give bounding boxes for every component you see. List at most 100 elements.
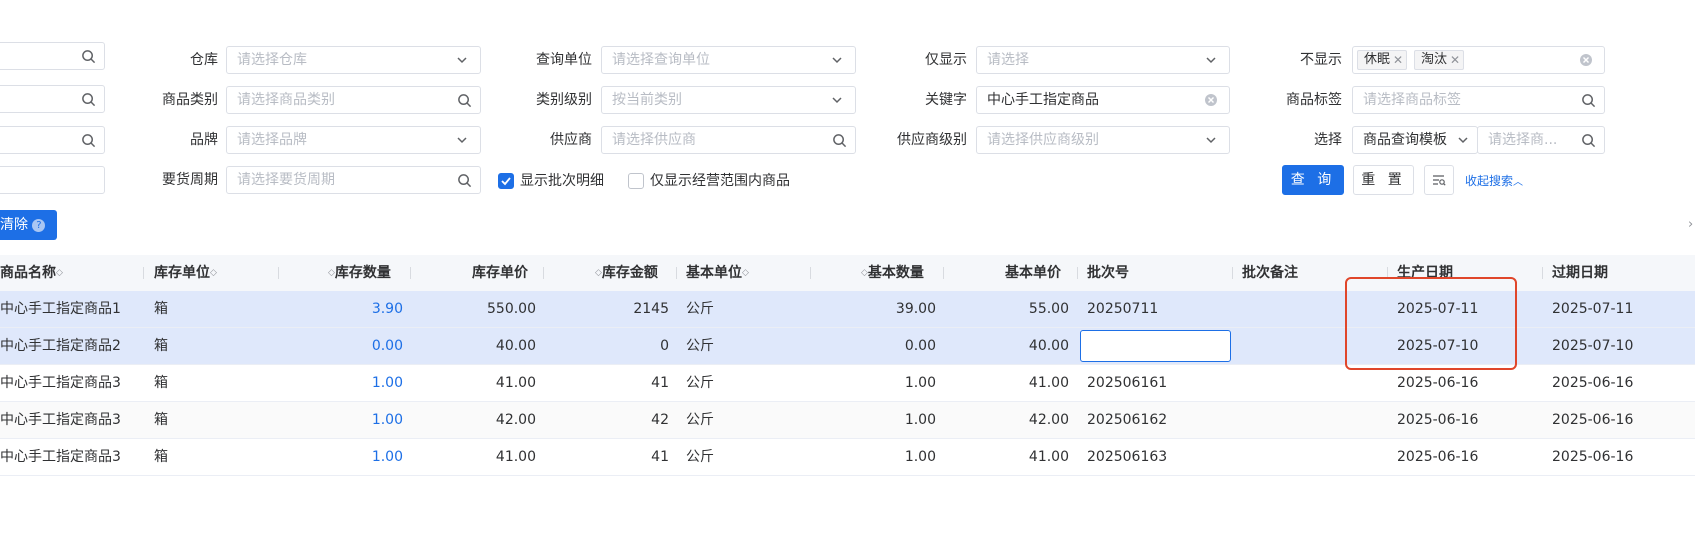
tag-dormant[interactable]: 休眠 ✕ (1357, 50, 1408, 70)
collapse-search-label: 收起搜索 (1465, 174, 1514, 188)
cell-product-name: 中心手工指定商品3 (0, 449, 121, 465)
column-divider[interactable] (543, 267, 544, 279)
cell-exp-date: 2025-06-16 (1552, 449, 1634, 465)
column-settings-button[interactable] (1424, 165, 1454, 195)
collapse-search-link[interactable]: 收起搜索︿ (1465, 172, 1523, 189)
cell-product-name: 中心手工指定商品2 (0, 338, 121, 354)
not-show-select[interactable]: 休眠 ✕ 淘汰 ✕ (1352, 46, 1605, 74)
brand-select[interactable]: 请选择品牌 (226, 126, 481, 154)
cell-product-name: 中心手工指定商品3 (0, 375, 121, 391)
cell-stock-qty[interactable]: 1.00 (280, 402, 403, 438)
reset-button[interactable]: 重 置 (1353, 165, 1414, 195)
query-unit-select[interactable]: 请选择查询单位 (601, 46, 856, 74)
left-search-input-2[interactable] (0, 85, 105, 113)
column-divider[interactable] (810, 267, 811, 279)
search-icon[interactable] (1574, 127, 1602, 153)
cell-stock-price: 550.00 (487, 301, 536, 317)
search-icon[interactable] (450, 167, 478, 193)
cell-batch-no: 202506161 (1087, 375, 1168, 391)
left-search-input-1[interactable] (0, 42, 105, 70)
search-icon[interactable] (450, 87, 478, 113)
close-icon[interactable]: ✕ (1393, 51, 1403, 69)
sort-icon[interactable]: ◇ (595, 268, 602, 278)
warehouse-select[interactable]: 请选择仓库 (226, 46, 481, 74)
only-scope-label: 仅显示经营范围内商品 (650, 173, 790, 189)
column-divider[interactable] (676, 267, 677, 279)
search-icon[interactable] (74, 43, 102, 69)
highlight-box (1345, 277, 1517, 370)
tag-dormant-label: 休眠 (1364, 52, 1391, 67)
cell-stock-qty[interactable]: 0.00 (280, 328, 403, 364)
col-header-stock-amount[interactable]: ◇库存金额 (595, 255, 658, 291)
product-tag-input[interactable]: 请选择商品标签 (1352, 86, 1605, 114)
cell-stock-qty[interactable]: 1.00 (280, 439, 403, 475)
checkbox-unchecked-icon[interactable] (628, 173, 644, 189)
cell-exp-date: 2025-07-10 (1552, 338, 1634, 354)
show-batch-detail-checkbox[interactable]: 显示批次明细 (498, 173, 618, 189)
clear-icon[interactable] (1197, 87, 1225, 113)
cell-product-name: 中心手工指定商品3 (0, 412, 121, 428)
query-button[interactable]: 查 询 (1282, 165, 1344, 195)
cell-exp-date: 2025-07-11 (1552, 301, 1634, 317)
choose-template-select[interactable]: 商品查询模板 (1352, 126, 1478, 154)
sort-icon[interactable]: ◇ (56, 268, 63, 278)
product-category-input[interactable]: 请选择商品类别 (226, 86, 481, 114)
query-unit-label: 查询单位 (536, 52, 592, 68)
supplier-label: 供应商 (550, 132, 592, 148)
close-icon[interactable]: ✕ (1450, 51, 1460, 69)
col-header-batch-remark: 批次备注 (1242, 265, 1298, 281)
sort-icon[interactable]: ◇ (861, 268, 868, 278)
search-icon[interactable] (74, 86, 102, 112)
only-show-select[interactable]: 请选择 (976, 46, 1230, 74)
column-divider[interactable] (1077, 267, 1078, 279)
chevron-down-icon (823, 47, 851, 73)
category-level-label: 类别级别 (536, 92, 592, 108)
search-icon[interactable] (825, 127, 853, 153)
column-divider[interactable] (1542, 267, 1543, 279)
sort-icon[interactable]: ◇ (328, 268, 335, 278)
not-show-label: 不显示 (1300, 52, 1342, 68)
table-row[interactable]: 中心手工指定商品3 箱 1.00 41.00 41 公斤 1.00 41.00 20250616… (0, 439, 1695, 476)
only-scope-checkbox[interactable]: 仅显示经营范围内商品 (628, 173, 818, 189)
supplier-input[interactable]: 请选择供应商 (601, 126, 856, 154)
table-row[interactable]: 中心手工指定商品3 箱 1.00 42.00 42 公斤 1.00 42.00 20250616… (0, 402, 1695, 439)
left-input-4[interactable] (0, 166, 105, 194)
more-text-fragment: › (1688, 217, 1694, 232)
keyword-input[interactable]: 中心手工指定商品 (976, 86, 1230, 114)
tag-eliminated-label: 淘汰 (1421, 52, 1448, 67)
column-divider[interactable] (410, 267, 411, 279)
clear-icon[interactable] (1572, 47, 1600, 73)
cell-stock-price: 42.00 (495, 412, 536, 428)
search-icon[interactable] (1574, 87, 1602, 113)
cell-stock-qty[interactable]: 3.90 (280, 291, 403, 327)
col-header-base-unit[interactable]: 基本单位◇ (686, 255, 749, 291)
col-header-exp-date: 过期日期 (1552, 265, 1608, 281)
choose-item-input[interactable]: 请选择商... (1477, 126, 1605, 154)
column-divider[interactable] (143, 267, 144, 279)
batch-no-edit-input[interactable] (1080, 330, 1231, 362)
cell-stock-amount: 2145 (633, 301, 669, 317)
column-divider[interactable] (1232, 267, 1233, 279)
tag-eliminated[interactable]: 淘汰 ✕ (1414, 50, 1465, 70)
left-search-input-3[interactable] (0, 126, 105, 154)
col-header-stock-qty[interactable]: ◇库存数量 (328, 255, 391, 291)
sort-icon[interactable]: ◇ (210, 268, 217, 278)
col-header-product-name[interactable]: 商品名称◇ (0, 255, 63, 291)
cell-base-qty: 0.00 (904, 338, 936, 354)
category-level-select[interactable]: 按当前类别 (601, 86, 856, 114)
sort-icon[interactable]: ◇ (742, 268, 749, 278)
column-divider[interactable] (278, 267, 279, 279)
cell-base-price: 41.00 (1028, 375, 1069, 391)
cell-exp-date: 2025-06-16 (1552, 412, 1634, 428)
column-divider[interactable] (943, 267, 944, 279)
supplier-level-select[interactable]: 请选择供应商级别 (976, 126, 1230, 154)
keyword-label: 关键字 (925, 92, 967, 108)
clear-button[interactable]: 清除 ? (0, 210, 57, 240)
col-header-stock-unit[interactable]: 库存单位◇ (154, 255, 217, 291)
search-icon[interactable] (74, 127, 102, 153)
cell-stock-qty[interactable]: 1.00 (280, 365, 403, 401)
order-cycle-input[interactable]: 请选择要货周期 (226, 166, 481, 194)
table-row[interactable]: 中心手工指定商品3 箱 1.00 41.00 41 公斤 1.00 41.00 20250616… (0, 365, 1695, 402)
checkbox-checked-icon[interactable] (498, 173, 514, 189)
col-header-base-qty[interactable]: ◇基本数量 (861, 255, 924, 291)
